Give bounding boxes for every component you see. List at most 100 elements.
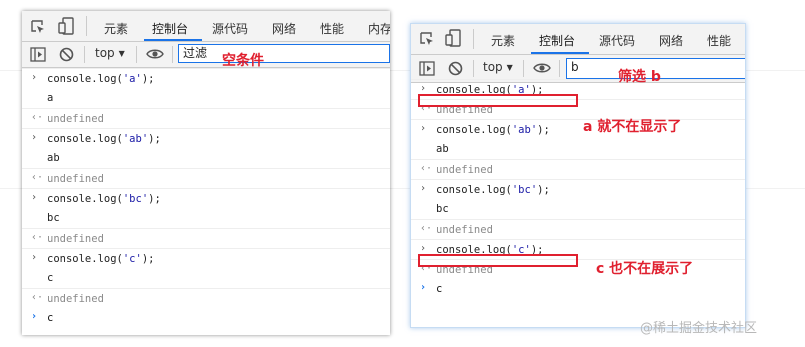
expand-arrow-icon[interactable]: › — [420, 123, 426, 134]
context-value: top — [483, 60, 503, 74]
string-literal: 'ab' — [122, 133, 149, 145]
string-literal: 'bc' — [122, 193, 149, 205]
live-expression-eye-icon[interactable] — [533, 62, 551, 74]
hidden-a-highlight-box — [418, 94, 578, 107]
prompt-chevron-icon: › — [31, 311, 38, 322]
devtools-tab-bar: 元素 控制台 源代码 网络 性能 — [411, 24, 745, 55]
inspect-element-icon[interactable] — [419, 31, 435, 47]
console-input-line: › console.log('bc'); — [411, 179, 745, 200]
device-toolbar-icon[interactable] — [445, 29, 461, 47]
context-selector[interactable]: top ▼ — [95, 46, 125, 60]
tab-sources[interactable]: 源代码 — [212, 20, 248, 37]
console-line-text: console.log('ab'); — [47, 133, 161, 145]
expand-arrow-icon[interactable]: › — [420, 183, 426, 194]
console-return-line: ‹· undefined — [22, 228, 390, 249]
console-output-line: bc — [22, 208, 390, 228]
console-input-line: › console.log('c'); — [22, 248, 390, 269]
tab-performance[interactable]: 性能 — [320, 20, 344, 37]
filter-input[interactable]: 过滤 — [178, 44, 390, 63]
annotation-filter-b: 筛选 b — [618, 69, 661, 85]
tab-console[interactable]: 控制台 — [539, 32, 575, 49]
caret-down-icon: ▼ — [506, 63, 513, 72]
separator — [136, 46, 137, 63]
separator — [86, 16, 87, 36]
console-prompt-line[interactable]: › c — [411, 279, 745, 299]
expand-arrow-icon[interactable]: › — [31, 192, 37, 203]
expand-arrow-icon[interactable]: › — [31, 72, 37, 83]
console-output-line: ab — [411, 139, 745, 159]
expand-arrow-icon[interactable]: › — [420, 243, 426, 254]
console-prompt-line[interactable]: › c — [22, 308, 390, 328]
active-tab-indicator — [531, 52, 589, 54]
string-literal: 'bc' — [511, 184, 538, 196]
console-output-line: ab — [22, 148, 390, 168]
console-output-line: bc — [411, 199, 745, 219]
annotation-a-hidden: a 就不在显示了 — [583, 119, 682, 135]
devtools-console-filtered: 元素 控制台 源代码 网络 性能 top ▼ b › console.log('a'… — [410, 23, 746, 328]
context-selector[interactable]: top ▼ — [483, 60, 513, 74]
return-arrow-icon: ‹· — [420, 163, 433, 174]
console-line-text: a — [47, 92, 54, 104]
tab-elements[interactable]: 元素 — [491, 32, 515, 49]
inspect-element-icon[interactable] — [30, 19, 46, 35]
console-input-line: › console.log('ab'); — [22, 128, 390, 149]
console-line-text: bc — [47, 212, 60, 224]
sidebar-toggle-icon[interactable] — [30, 47, 46, 62]
console-return-line: ‹· undefined — [22, 108, 390, 129]
console-line-text: undefined — [47, 293, 104, 305]
console-return-line: ‹· undefined — [411, 159, 745, 180]
console-line-text: bc — [436, 203, 449, 215]
sidebar-toggle-icon[interactable] — [419, 61, 435, 76]
console-line-text: undefined — [47, 173, 104, 185]
device-toolbar-icon[interactable] — [58, 17, 74, 35]
console-line-text: c — [47, 272, 54, 284]
clear-console-icon[interactable] — [448, 61, 463, 76]
console-line-text: undefined — [436, 224, 493, 236]
console-line-text: undefined — [47, 233, 104, 245]
watermark: @稀土掘金技术社区 — [640, 321, 758, 336]
return-arrow-icon: ‹· — [31, 112, 44, 123]
string-literal: 'c' — [122, 253, 142, 265]
hidden-c-highlight-box — [418, 254, 578, 267]
console-line-text: console.log('ab'); — [436, 124, 550, 136]
tab-network[interactable]: 网络 — [659, 32, 683, 49]
separator — [473, 60, 474, 77]
tab-elements[interactable]: 元素 — [104, 20, 128, 37]
tab-console[interactable]: 控制台 — [152, 20, 188, 37]
tab-network[interactable]: 网络 — [272, 20, 296, 37]
expand-arrow-icon[interactable]: › — [31, 132, 37, 143]
tab-memory[interactable]: 内存 — [368, 20, 390, 37]
expand-arrow-icon[interactable]: › — [31, 252, 37, 263]
return-arrow-icon: ‹· — [420, 223, 433, 234]
console-return-line: ‹· undefined — [22, 288, 390, 309]
live-expression-eye-icon[interactable] — [146, 48, 164, 60]
console-line-text: c — [436, 283, 443, 295]
console-input-line: › console.log('ab'); — [411, 119, 745, 140]
annotation-c-hidden: c 也不在展示了 — [596, 261, 694, 277]
console-line-text: console.log('c'); — [47, 253, 155, 265]
console-line-text: undefined — [47, 113, 104, 125]
return-arrow-icon: ‹· — [31, 292, 44, 303]
console-input-line: › console.log('bc'); — [22, 188, 390, 209]
console-output-line: c — [22, 268, 390, 288]
console-return-line: ‹· undefined — [22, 168, 390, 189]
console-line-text: console.log('a'); — [47, 73, 155, 85]
tab-sources[interactable]: 源代码 — [599, 32, 635, 49]
console-line-text: undefined — [436, 164, 493, 176]
clear-console-icon[interactable] — [59, 47, 74, 62]
context-value: top — [95, 46, 115, 60]
caret-down-icon: ▼ — [118, 49, 125, 58]
expand-arrow-icon[interactable]: › — [420, 83, 426, 94]
separator — [172, 46, 173, 63]
separator — [84, 46, 85, 63]
console-input-line: › console.log('a'); — [22, 68, 390, 89]
console-output-line: a — [22, 88, 390, 108]
console-toolbar: top ▼ 过滤 — [22, 42, 390, 68]
console-line-text: console.log('bc'); — [47, 193, 161, 205]
tab-performance[interactable]: 性能 — [707, 32, 731, 49]
console-line-text: c — [47, 312, 54, 324]
console-line-text: ab — [436, 143, 449, 155]
annotation-empty-filter: 空条件 — [222, 53, 264, 69]
console-line-text: console.log('bc'); — [436, 184, 550, 196]
console-line-text: ab — [47, 152, 60, 164]
